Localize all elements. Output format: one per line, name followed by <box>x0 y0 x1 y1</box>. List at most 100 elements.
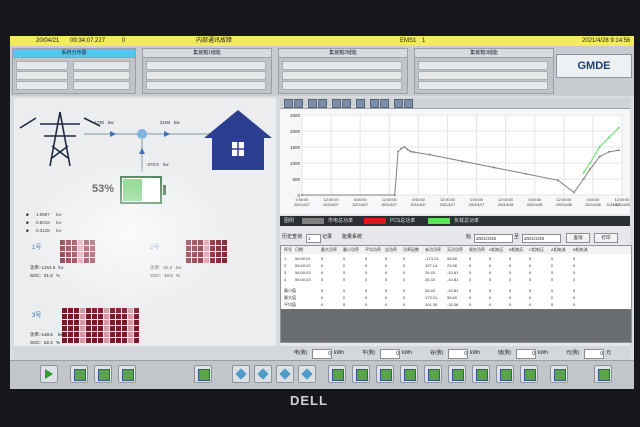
report-icon[interactable] <box>400 365 418 383</box>
table-cell: 0 <box>469 295 472 300</box>
nav-container1-title[interactable]: 集装箱1储能 <box>143 49 271 58</box>
status-time: 09:34:07.227 <box>70 38 106 44</box>
nav-cell[interactable] <box>16 61 68 70</box>
table-cell: 0 <box>489 295 492 300</box>
cursor-icon[interactable] <box>356 99 365 108</box>
forward-icon[interactable] <box>294 99 303 108</box>
column-header[interactable]: B相电压 <box>509 246 524 254</box>
battery-cell <box>98 326 103 331</box>
refresh-icon[interactable] <box>328 365 346 383</box>
print-button[interactable]: 打印 <box>594 233 618 243</box>
alarm-text[interactable]: 内部通讯故障 <box>196 36 232 46</box>
table-cell: 0 <box>365 256 368 261</box>
nav-cell[interactable] <box>73 61 130 70</box>
nav-cell[interactable] <box>282 61 402 70</box>
column-header[interactable]: 功率因数 <box>403 246 419 254</box>
top-navigation: 系统分布图 集装箱1储能 集装箱2储能 集装箱3储能 <box>10 46 634 96</box>
pan-icon[interactable] <box>332 99 341 108</box>
column-header[interactable]: 有功功率 <box>425 246 441 254</box>
column-header[interactable]: 日期 <box>295 246 303 254</box>
play-icon[interactable] <box>40 365 58 383</box>
print-icon[interactable] <box>424 365 442 383</box>
arrow-up-icon[interactable] <box>254 365 272 383</box>
help-icon[interactable] <box>404 99 413 108</box>
table-row[interactable]: 平均值 0 0 0 0 0 101.39 -15.36 0 0 0 0 0 0 <box>281 302 631 308</box>
query-button[interactable]: 查询 <box>566 233 590 243</box>
nav-cell[interactable] <box>418 81 548 90</box>
module-icon[interactable] <box>70 365 88 383</box>
nav-system-overview[interactable]: 系统分布图 <box>13 49 135 58</box>
x-tick-label: 0:00:00 <box>412 198 425 202</box>
x-tick-label: 12:00:00 <box>324 198 339 202</box>
column-header[interactable]: A相电流 <box>551 246 566 254</box>
table-row[interactable]: 2 06:00:02 0 0 0 0 0 197.14 23.56 0 0 0 0 0 0 <box>281 263 631 269</box>
table-cell: 0 <box>529 295 532 300</box>
nav-cell[interactable] <box>16 81 68 90</box>
table-row[interactable]: 1 06:00:01 0 0 0 0 0 -173.21 55.60 0 0 0 0 0 0 <box>281 256 631 262</box>
nav-cell[interactable] <box>146 61 266 70</box>
save-icon[interactable] <box>370 99 379 108</box>
column-header[interactable]: A相电压 <box>489 246 504 254</box>
column-header[interactable]: 最小功率 <box>343 246 359 254</box>
table-cell: 0 <box>343 263 346 268</box>
power-trend-chart[interactable]: 2500 2000 1500 1000 500 0 0:00:00 2021/4/27 12:0… <box>280 109 630 214</box>
end-date-picker[interactable]: 2021/4/28 <box>522 234 561 243</box>
battery-cell <box>92 308 97 313</box>
module-icon[interactable] <box>94 365 112 383</box>
bank-soc-label: SOC: <box>30 273 42 278</box>
nav-cell[interactable] <box>16 71 68 80</box>
column-header[interactable]: 总功率 <box>385 246 397 254</box>
nav-container3-title[interactable]: 集装箱3储能 <box>415 49 553 58</box>
zoom-in-icon[interactable] <box>308 99 317 108</box>
battery-cell <box>186 252 191 257</box>
zoom-out-icon[interactable] <box>318 99 327 108</box>
table-icon[interactable] <box>496 365 514 383</box>
home-icon[interactable] <box>194 365 212 383</box>
table-row[interactable]: 3 06:00:03 0 0 0 0 0 26.43 -10.81 0 0 0 0 0 0 <box>281 270 631 276</box>
start-date-picker[interactable]: 2021/4/26 <box>474 234 513 243</box>
column-header[interactable]: 平均功率 <box>365 246 381 254</box>
nav-container2-title[interactable]: 集装箱2储能 <box>279 49 407 58</box>
nav-cell[interactable] <box>73 71 130 80</box>
record-select[interactable]: 1 <box>306 234 321 243</box>
column-header[interactable]: 最大功率 <box>321 246 337 254</box>
module-icon[interactable] <box>118 365 136 383</box>
nav-cell[interactable] <box>73 81 130 90</box>
nav-cell[interactable] <box>418 61 548 70</box>
user-icon[interactable] <box>520 365 538 383</box>
alarm-icon[interactable] <box>550 365 568 383</box>
column-header[interactable]: B相电流 <box>573 246 588 254</box>
nav-cell[interactable] <box>282 81 402 90</box>
reset-icon[interactable] <box>342 99 351 108</box>
arrow-right-icon[interactable] <box>298 365 316 383</box>
nav-cell[interactable] <box>282 71 402 80</box>
table-row[interactable]: 4 06:00:03 0 0 0 0 0 26.43 -10.81 0 0 0 0 0 0 <box>281 277 631 283</box>
summary-value: 0 <box>516 349 536 359</box>
nav-cell[interactable] <box>146 81 266 90</box>
table-row[interactable]: 最小值 0 0 0 0 0 26.43 -10.81 0 0 0 0 0 0 <box>281 288 631 294</box>
arrow-down-icon[interactable] <box>276 365 294 383</box>
column-header[interactable]: 序号 <box>284 246 292 254</box>
back-icon[interactable] <box>284 99 293 108</box>
table-cell: 0 <box>529 288 532 293</box>
nav-cell[interactable] <box>146 71 266 80</box>
settings-icon[interactable] <box>394 99 403 108</box>
energy-flow-panel: 1730 kw 2100 kw -370.5 kw <box>14 98 276 356</box>
tools-icon[interactable] <box>472 365 490 383</box>
monitor-icon[interactable] <box>376 365 394 383</box>
battery-cell <box>80 314 85 319</box>
arrow-left-icon[interactable] <box>232 365 250 383</box>
x-tick-date: 2021/4/28 <box>585 203 601 207</box>
print-icon[interactable] <box>380 99 389 108</box>
column-header[interactable]: 无功功率 <box>447 246 463 254</box>
table-row[interactable]: 最大值 0 0 0 0 0 173.21 55.60 0 0 0 0 0 0 <box>281 295 631 301</box>
column-header[interactable]: C相电压 <box>529 246 544 254</box>
chart-icon[interactable] <box>448 365 466 383</box>
battery-cell <box>68 326 73 331</box>
document-icon[interactable] <box>352 365 370 383</box>
nav-cell[interactable] <box>418 71 548 80</box>
exit-icon[interactable] <box>594 365 612 383</box>
battery-cell <box>210 252 215 257</box>
start-label: 始 <box>466 234 472 240</box>
column-header[interactable]: 视在功率 <box>469 246 485 254</box>
